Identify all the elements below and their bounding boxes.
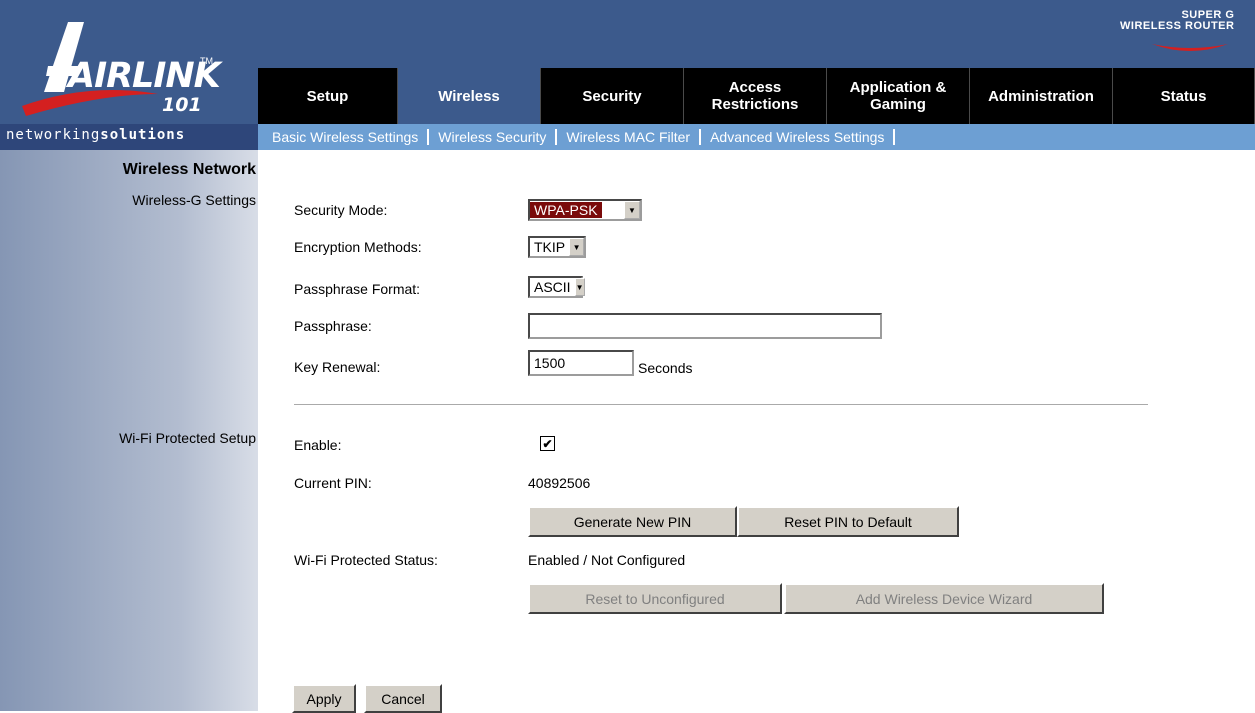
tab-status[interactable]: Status	[1113, 68, 1255, 124]
add-wireless-device-wizard-button[interactable]: Add Wireless Device Wizard	[784, 583, 1104, 614]
product-swoosh-icon	[1152, 44, 1228, 51]
passphrase-label: Passphrase:	[294, 318, 372, 334]
security-mode-select[interactable]: WPA-PSK ▼	[528, 199, 642, 221]
wps-enable-checkbox[interactable]: ✔	[540, 436, 555, 451]
encryption-methods-label: Encryption Methods:	[294, 239, 422, 255]
encryption-methods-select[interactable]: TKIP ▼	[528, 236, 586, 258]
security-mode-label: Security Mode:	[294, 202, 388, 218]
cancel-button[interactable]: Cancel	[364, 684, 442, 713]
passphrase-format-label: Passphrase Format:	[294, 281, 421, 297]
current-pin-value: 40892506	[528, 475, 591, 491]
reset-pin-to-default-button[interactable]: Reset PIN to Default	[737, 506, 959, 537]
key-renewal-unit: Seconds	[638, 360, 693, 376]
subnav-separator	[893, 129, 896, 145]
sidebar-section-wireless-g-settings: Wireless-G Settings	[132, 192, 256, 208]
dropdown-arrow-icon: ▼	[574, 278, 585, 296]
subnav-wireless-mac-filter[interactable]: Wireless MAC Filter	[566, 129, 690, 145]
dropdown-arrow-icon: ▼	[624, 201, 640, 219]
tab-administration[interactable]: Administration	[970, 68, 1113, 124]
sidebar-section-wifi-protected-setup: Wi-Fi Protected Setup	[119, 430, 256, 446]
tagline-part-2: solutions	[100, 127, 186, 143]
tab-wireless[interactable]: Wireless	[398, 68, 541, 124]
logo-number: 101	[162, 94, 202, 116]
section-divider	[294, 404, 1148, 405]
brand-tagline: networkingsolutions	[0, 124, 258, 150]
wifi-protected-status-label: Wi-Fi Protected Status:	[294, 552, 438, 568]
tab-application-gaming[interactable]: Application & Gaming	[827, 68, 970, 124]
reset-to-unconfigured-button[interactable]: Reset to Unconfigured	[528, 583, 782, 614]
sidebar-title: Wireless Network	[122, 161, 256, 178]
tab-access-restrictions[interactable]: Access Restrictions	[684, 68, 827, 124]
logo-text: AIRLINK	[68, 56, 221, 96]
sidebar: Wireless Network Wireless-G Settings Wi-…	[0, 150, 258, 711]
current-pin-label: Current PIN:	[294, 475, 372, 491]
main-content: Security Mode: WPA-PSK ▼ Encryption Meth…	[258, 150, 1255, 713]
generate-new-pin-button[interactable]: Generate New PIN	[528, 506, 737, 537]
passphrase-format-select[interactable]: ASCII ▼	[528, 276, 585, 298]
logo[interactable]: AIRLINK TM 101	[0, 0, 258, 124]
subnav-wireless-security[interactable]: Wireless Security	[438, 129, 546, 145]
passphrase-format-value: ASCII	[534, 279, 571, 295]
product-name: SUPER G WIRELESS ROUTER	[1120, 10, 1234, 32]
subnav-separator	[555, 129, 558, 145]
encryption-methods-value: TKIP	[534, 239, 566, 255]
wifi-protected-status-value: Enabled / Not Configured	[528, 552, 686, 568]
sub-navigation: Basic Wireless Settings Wireless Securit…	[258, 124, 1255, 150]
subnav-advanced-wireless-settings[interactable]: Advanced Wireless Settings	[710, 129, 884, 145]
subnav-basic-wireless-settings[interactable]: Basic Wireless Settings	[258, 129, 418, 145]
product-line-2: WIRELESS ROUTER	[1120, 20, 1235, 32]
dropdown-arrow-icon: ▼	[569, 238, 584, 256]
subnav-separator	[699, 129, 702, 145]
key-renewal-input[interactable]	[528, 350, 634, 376]
apply-button[interactable]: Apply	[292, 684, 356, 713]
tab-security[interactable]: Security	[541, 68, 684, 124]
tagline-part-1: networking	[6, 127, 101, 143]
tab-setup[interactable]: Setup	[258, 68, 398, 124]
logo-trademark: TM	[200, 56, 213, 66]
main-tabs: Setup Wireless Security Access Restricti…	[258, 68, 1255, 124]
key-renewal-label: Key Renewal:	[294, 359, 381, 375]
wps-enable-label: Enable:	[294, 437, 342, 453]
security-mode-value: WPA-PSK	[530, 202, 602, 218]
subnav-separator	[427, 129, 430, 145]
passphrase-input[interactable]	[528, 313, 882, 339]
